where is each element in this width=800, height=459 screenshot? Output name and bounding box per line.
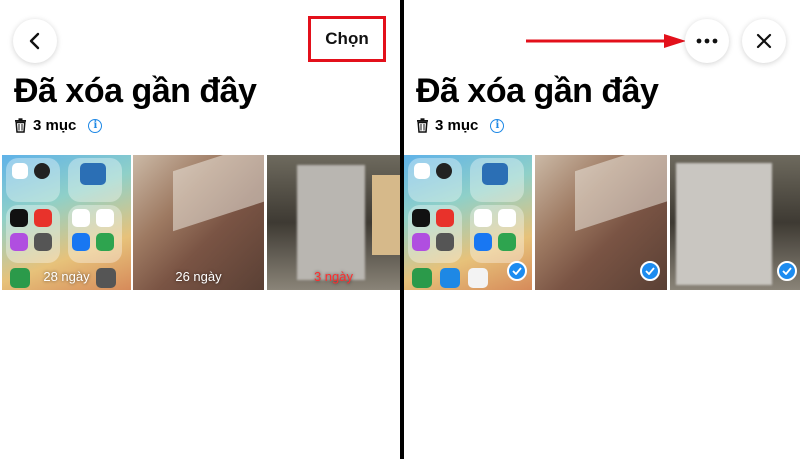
deleted-photo-thumbnail[interactable]: 3 ngày	[267, 155, 400, 290]
info-icon[interactable]: i	[490, 118, 505, 133]
star-app-icon	[10, 233, 28, 251]
red-arrow-annotation	[526, 34, 686, 48]
tiktok-app-icon	[10, 209, 28, 227]
ellipsis-icon	[696, 38, 718, 44]
star-app-icon	[412, 233, 430, 251]
blurred-area	[676, 163, 772, 285]
app-icon	[34, 233, 52, 251]
photo-content	[575, 155, 667, 232]
dock-app-icon	[440, 268, 460, 288]
item-count-row: 3 mục i	[14, 117, 103, 134]
trash-icon	[15, 118, 26, 133]
camera-app-icon	[436, 163, 452, 179]
app-icon	[96, 233, 114, 251]
safari-app-icon	[468, 268, 488, 288]
selected-check-icon	[640, 261, 660, 281]
days-remaining: 3 ngày	[313, 269, 354, 284]
maps-app-icon	[414, 163, 430, 179]
photos-deleted-album-select-mode: Đã xóa gần đây 3 mục i	[404, 0, 800, 459]
app-icon	[436, 233, 454, 251]
facebook-app-icon	[474, 233, 492, 251]
deleted-photo-thumbnail[interactable]: 26 ngày	[133, 155, 264, 290]
app-icon	[498, 233, 516, 251]
more-options-button[interactable]	[685, 19, 729, 63]
chevron-left-icon	[29, 32, 40, 50]
photo-content	[372, 175, 400, 255]
item-count-row: 3 mục i	[416, 117, 505, 134]
days-remaining: 26 ngày	[175, 269, 222, 284]
item-count: 3 mục	[33, 117, 77, 134]
blurred-area	[297, 165, 365, 280]
close-icon	[756, 33, 772, 49]
item-count: 3 mục	[435, 117, 479, 134]
back-button[interactable]	[13, 19, 57, 63]
youtube-app-icon	[34, 209, 52, 227]
messenger-app-icon	[498, 209, 516, 227]
selected-check-icon	[507, 261, 527, 281]
selected-check-icon	[777, 261, 797, 281]
facebook-app-icon	[72, 233, 90, 251]
camera-app-icon	[34, 163, 50, 179]
close-button[interactable]	[742, 19, 786, 63]
zalo-app-icon	[474, 209, 492, 227]
photo-content	[173, 155, 264, 232]
select-button-highlight[interactable]: Chọn	[308, 16, 386, 62]
maps-app-icon	[12, 163, 28, 179]
widget-app-icon	[482, 163, 508, 185]
widget-app-icon	[80, 163, 106, 185]
photos-deleted-album-view: Chọn Đã xóa gần đây 3 mục i 28 ngày 26 n…	[0, 0, 400, 459]
info-icon[interactable]: i	[88, 118, 103, 133]
deleted-photo-thumbnail[interactable]: 28 ngày	[2, 155, 131, 290]
deleted-photo-thumbnail-selected[interactable]	[404, 155, 532, 290]
zalo-app-icon	[72, 209, 90, 227]
tiktok-app-icon	[412, 209, 430, 227]
days-remaining: 28 ngày	[43, 269, 90, 284]
messenger-app-icon	[96, 209, 114, 227]
select-button-label: Chọn	[317, 25, 377, 53]
deleted-photo-thumbnail-selected[interactable]	[670, 155, 800, 290]
youtube-app-icon	[436, 209, 454, 227]
dock-app-icon	[412, 268, 432, 288]
trash-icon	[417, 118, 428, 133]
page-title: Đã xóa gần đây	[416, 72, 659, 110]
page-title: Đã xóa gần đây	[14, 72, 257, 110]
deleted-photo-thumbnail-selected[interactable]	[535, 155, 667, 290]
